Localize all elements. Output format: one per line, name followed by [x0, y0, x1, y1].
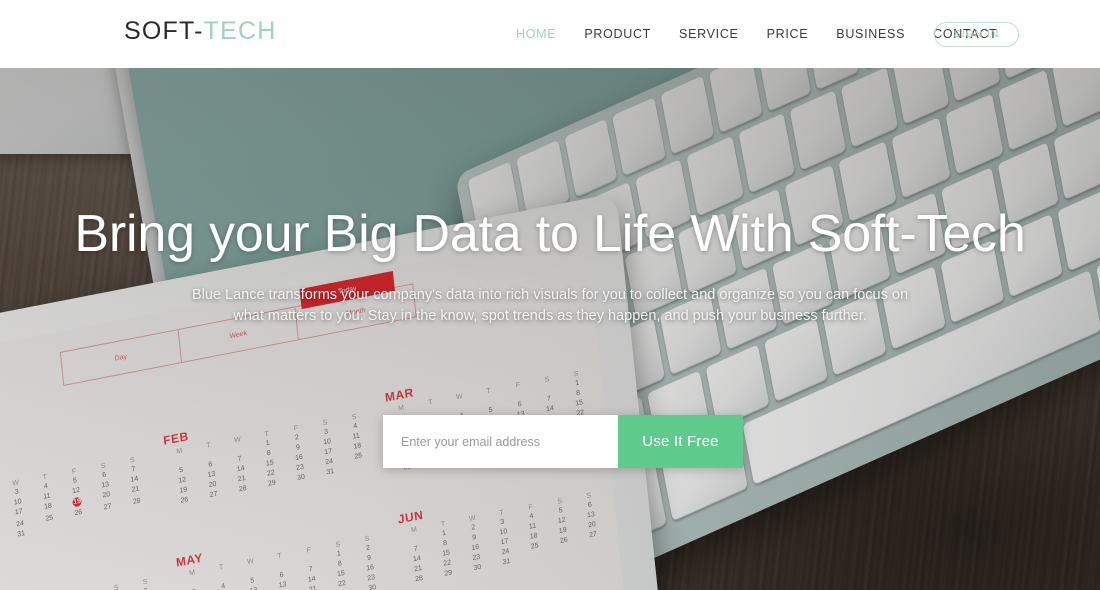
nav-item-price[interactable]: PRICE — [767, 27, 809, 41]
nav-item-business[interactable]: BUSINESS — [836, 27, 905, 41]
nav-item-home[interactable]: HOME — [516, 27, 556, 41]
hero-subheadline: Blue Lance transforms your company's dat… — [191, 287, 909, 324]
hero-headline: Bring your Big Data to Life With Soft-Te… — [74, 205, 1026, 263]
logo-primary-text: SOFT- — [124, 17, 204, 45]
hero-content: Bring your Big Data to Life With Soft-Te… — [0, 68, 1100, 590]
nav-item-product[interactable]: PRODUCT — [584, 27, 651, 41]
main-navigation: HOME PRODUCT SERVICE PRICE BUSINESS CONT… — [516, 27, 998, 41]
site-logo[interactable]: SOFT-TECH — [124, 19, 276, 44]
site-header: SOFT-TECH HOME PRODUCT SERVICE PRICE BUS… — [0, 0, 1100, 68]
hero-section: Day Week Month Today 2015 JANMTWTFSS1234… — [0, 68, 1100, 590]
email-input[interactable] — [383, 415, 618, 468]
use-it-free-button[interactable]: Use It Free — [618, 415, 743, 468]
signup-form: Use It Free — [383, 415, 743, 468]
nav-item-service[interactable]: SERVICE — [679, 27, 739, 41]
sign-in-button[interactable]: SIGN IN — [934, 22, 1019, 47]
logo-accent-text: TECH — [203, 17, 277, 45]
landing-page: SOFT-TECH HOME PRODUCT SERVICE PRICE BUS… — [0, 0, 1100, 590]
